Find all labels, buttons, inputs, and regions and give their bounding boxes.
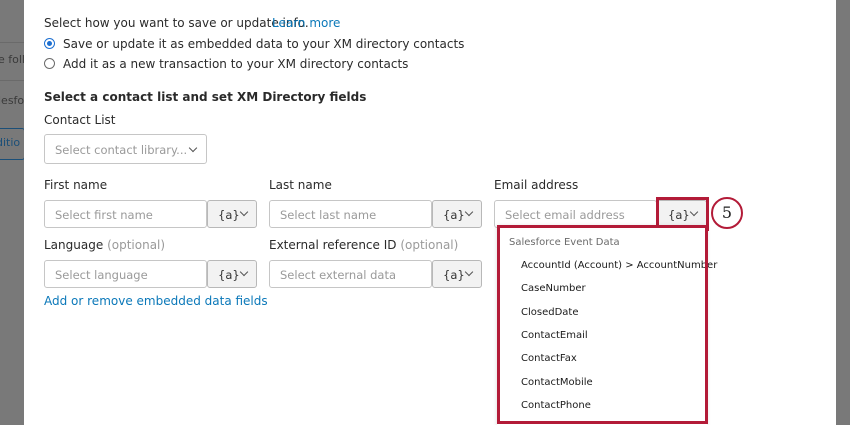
piped-text-button[interactable]: {a}: [207, 200, 257, 228]
section-title: Select a contact list and set XM Directo…: [44, 90, 367, 104]
radio-new-transaction[interactable]: [44, 58, 55, 69]
radio-embedded-data-label[interactable]: Save or update it as embedded data to yo…: [63, 37, 464, 51]
piped-text-button[interactable]: {a}: [432, 260, 482, 288]
contact-list-placeholder: Select contact library...: [55, 143, 188, 157]
radio-embedded-data[interactable]: [44, 38, 55, 49]
chevron-down-icon: [464, 267, 474, 277]
divider: [0, 42, 24, 43]
last-name-field[interactable]: Select last name: [269, 200, 432, 228]
language-label: Language (optional): [44, 238, 165, 252]
external-id-placeholder: Select external data: [280, 268, 397, 282]
contact-list-label: Contact List: [44, 113, 116, 127]
email-label: Email address: [494, 178, 579, 192]
last-name-label: Last name: [269, 178, 332, 192]
step-number-badge: 5: [711, 197, 743, 229]
divider: [0, 80, 24, 81]
language-field[interactable]: Select language: [44, 260, 207, 288]
piped-text-label: {a}: [218, 268, 240, 282]
last-name-placeholder: Select last name: [280, 208, 377, 222]
contact-list-select[interactable]: Select contact library...: [44, 134, 207, 164]
email-placeholder: Select email address: [505, 208, 625, 222]
optional-tag: (optional): [400, 238, 459, 252]
save-prompt: Select how you want to save or update in…: [44, 16, 309, 30]
piped-text-button[interactable]: {a}: [432, 200, 482, 228]
external-id-label-text: External reference ID: [269, 238, 397, 252]
piped-text-button[interactable]: {a}: [207, 260, 257, 288]
piped-text-label: {a}: [443, 208, 465, 222]
language-label-text: Language: [44, 238, 104, 252]
optional-tag: (optional): [107, 238, 166, 252]
email-field[interactable]: Select email address: [494, 200, 657, 228]
radio-new-transaction-label[interactable]: Add it as a new transaction to your XM d…: [63, 57, 408, 71]
chevron-down-icon: [239, 207, 249, 217]
add-remove-fields-link[interactable]: Add or remove embedded data fields: [44, 294, 268, 308]
chevron-down-icon: [464, 207, 474, 217]
menu-highlight: [497, 225, 708, 424]
external-id-label: External reference ID (optional): [269, 238, 458, 252]
language-placeholder: Select language: [55, 268, 148, 282]
external-id-field[interactable]: Select external data: [269, 260, 432, 288]
background-button-label: ditio: [0, 136, 21, 149]
piped-text-label: {a}: [218, 208, 240, 222]
first-name-placeholder: Select first name: [55, 208, 153, 222]
first-name-field[interactable]: Select first name: [44, 200, 207, 228]
piped-text-label: {a}: [443, 268, 465, 282]
first-name-label: First name: [44, 178, 108, 192]
learn-more-link[interactable]: Learn more: [272, 16, 340, 30]
chevron-down-icon: [239, 267, 249, 277]
chevron-down-icon: [188, 143, 198, 153]
